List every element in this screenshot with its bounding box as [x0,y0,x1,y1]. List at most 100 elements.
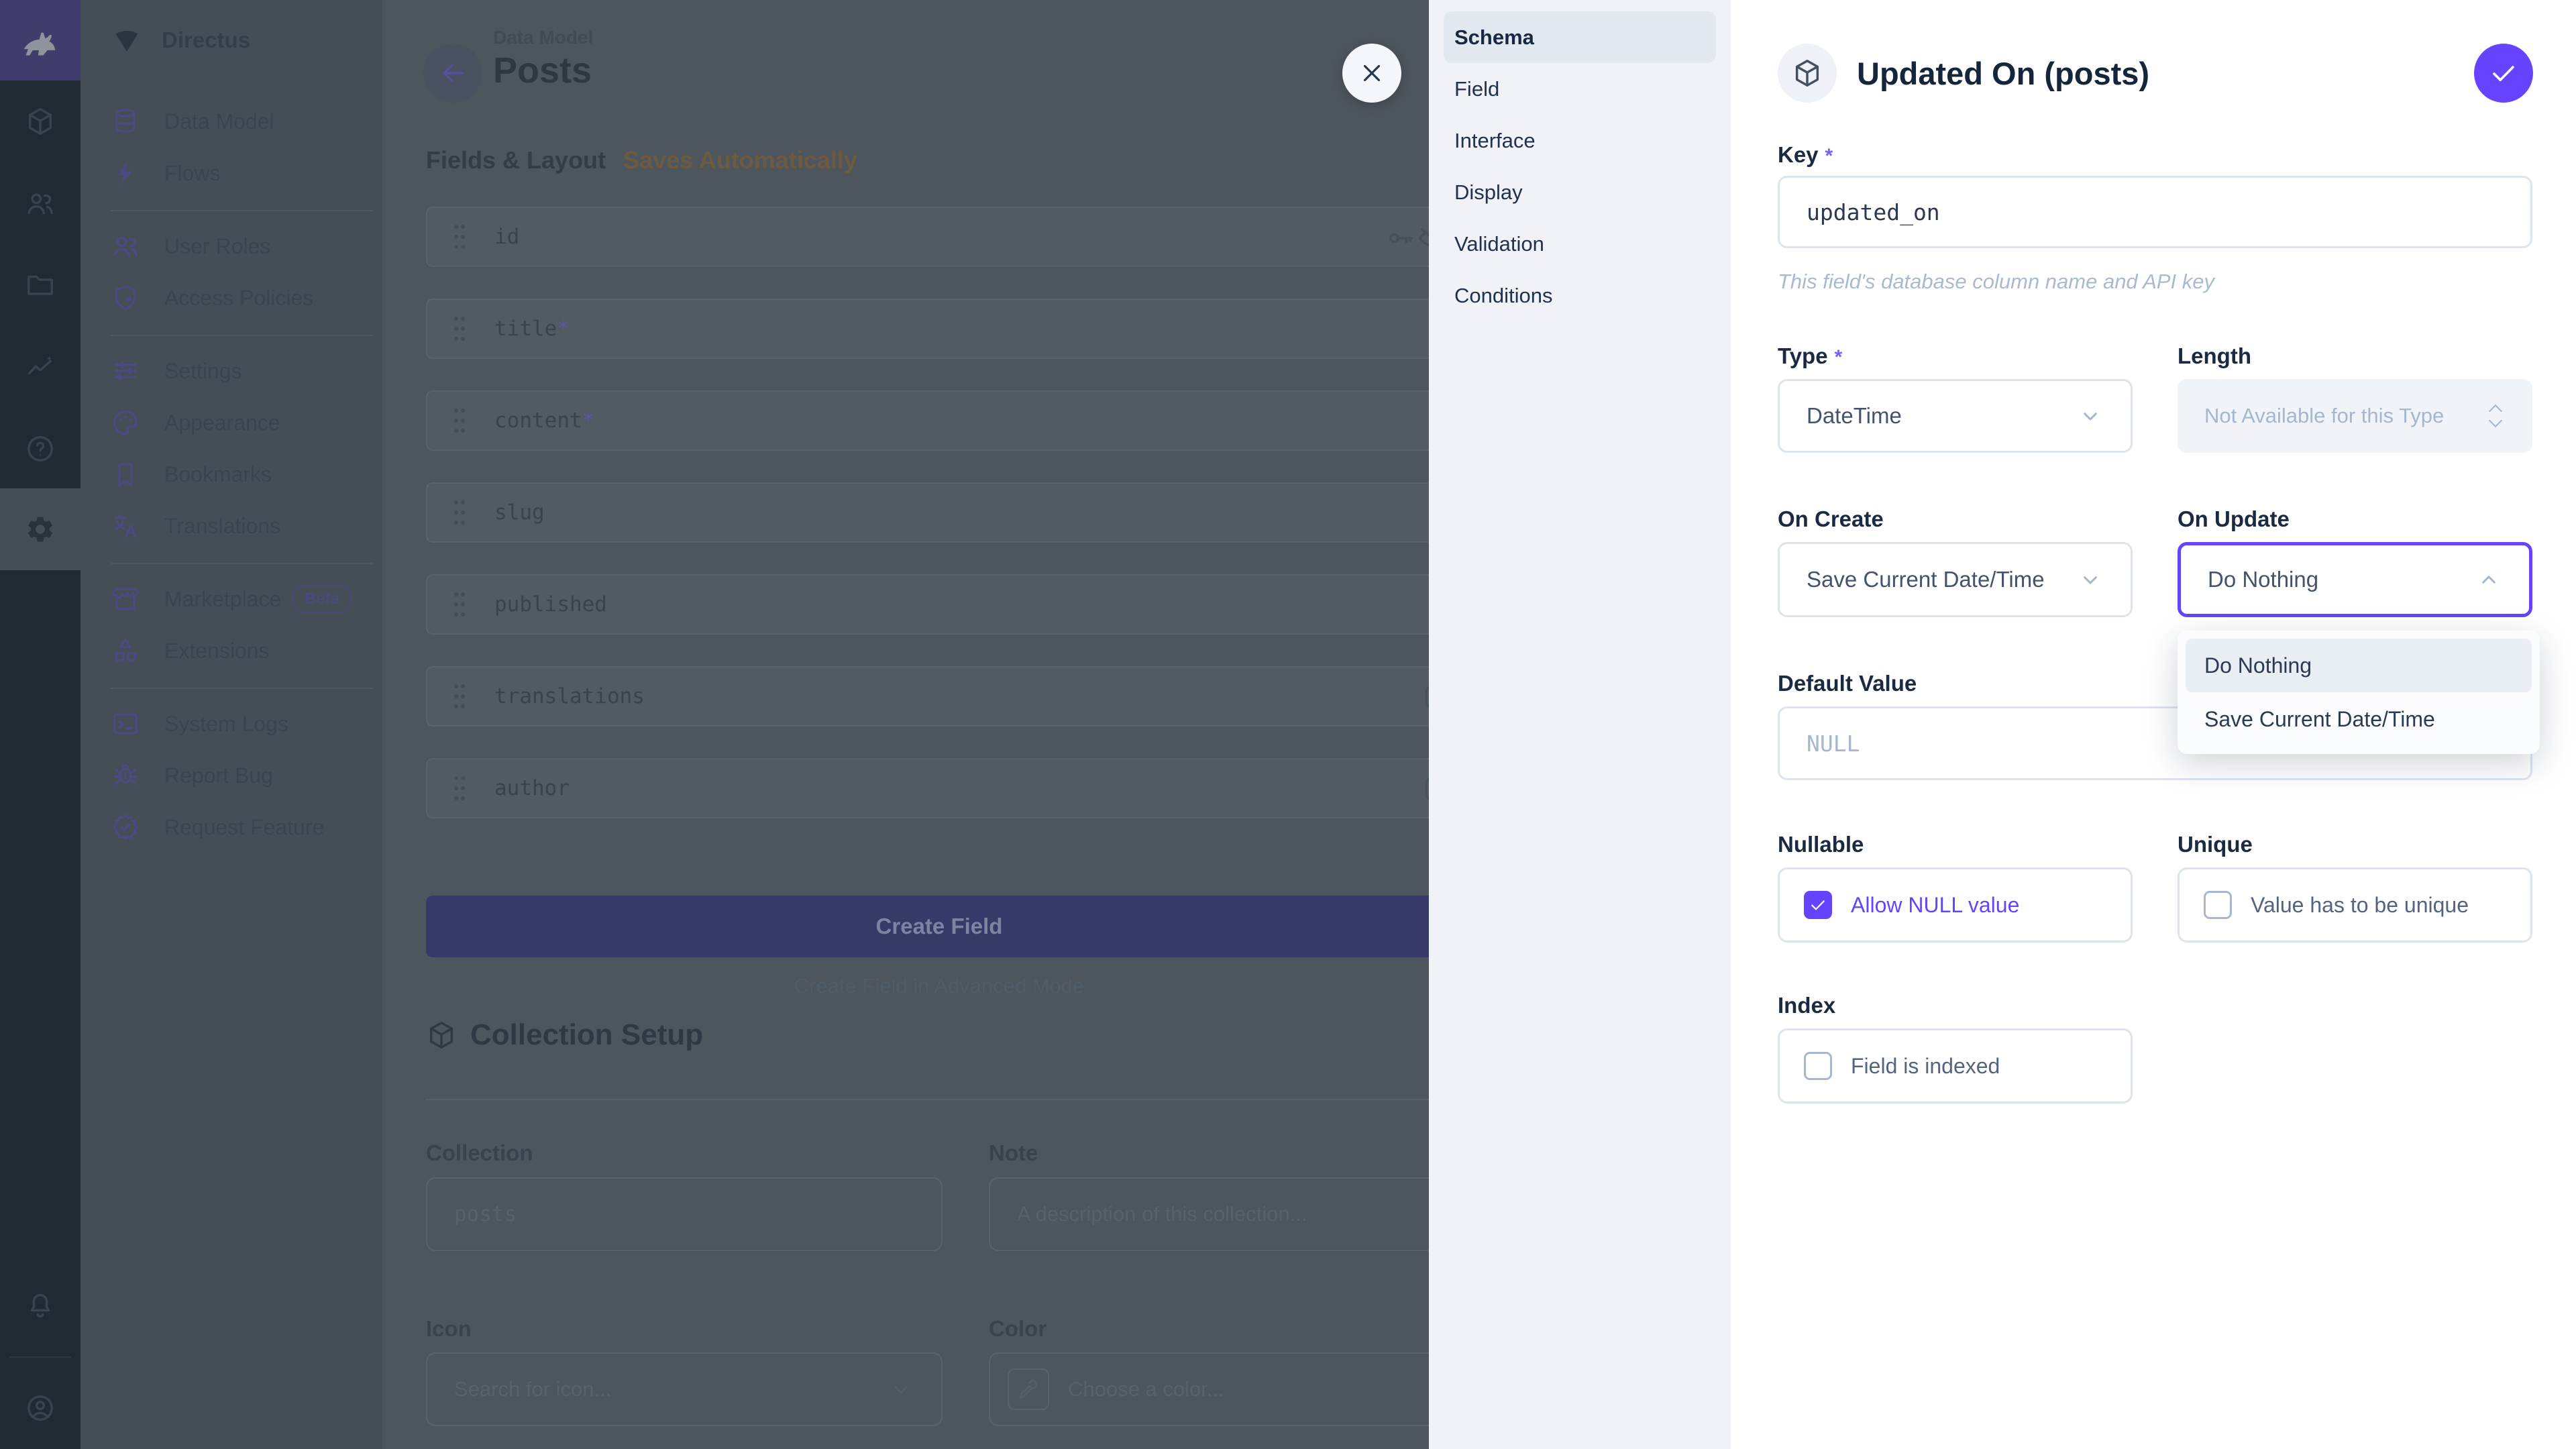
tab-schema[interactable]: Schema [1444,11,1716,63]
sidebar-item-system-logs[interactable]: System Logs [80,698,382,749]
user-avatar[interactable] [0,1367,80,1449]
eyedropper-button[interactable] [1008,1368,1049,1410]
project-chooser[interactable]: Directus [80,0,382,80]
length-stepper[interactable] [2485,400,2506,431]
field-name: slug [494,500,545,525]
sidebar-item-flows[interactable]: Flows [80,148,382,199]
directus-logo[interactable] [0,0,80,80]
sidebar-item-label: Settings [164,359,242,384]
menu-option-do-nothing[interactable]: Do Nothing [2186,639,2532,692]
nullable-checkbox-field[interactable]: Allow NULL value [1778,867,2133,943]
note-input[interactable]: A description of this collection... [989,1177,1505,1251]
tab-conditions[interactable]: Conditions [1444,270,1716,321]
check-icon [1808,895,1828,915]
key-label: Key* [1778,142,1833,168]
tab-display[interactable]: Display [1444,166,1716,218]
autosave-notice: Saves Automatically [623,146,857,174]
key-input[interactable]: updated_on [1778,176,2532,248]
menu-option-save-current[interactable]: Save Current Date/Time [2186,692,2532,746]
chevron-down-icon [2077,402,2104,429]
on-update-value: Do Nothing [2208,567,2318,592]
create-field-button[interactable]: Create Field [426,896,1452,957]
field-row-translations[interactable]: translations [426,666,1452,727]
save-button[interactable] [2474,44,2533,103]
drag-handle[interactable] [454,683,465,710]
field-row-id[interactable]: id [426,207,1452,267]
tab-validation[interactable]: Validation [1444,218,1716,270]
bug-icon [111,761,140,790]
length-input: Not Available for this Type [2178,379,2532,453]
default-value-placeholder: NULL [1807,731,1860,757]
collection-input[interactable]: posts [426,1177,943,1251]
sidebar-item-user-roles[interactable]: User Roles [80,221,382,272]
drag-handle[interactable] [454,315,465,342]
icon-search-input[interactable]: Search for icon... [426,1352,943,1426]
sidebar-item-access-policies[interactable]: Access Policies [80,272,382,323]
check-icon [2487,57,2520,89]
field-row-slug[interactable]: slug [426,482,1452,543]
nav-divider [111,335,374,336]
module-settings[interactable] [0,488,80,570]
tab-interface[interactable]: Interface [1444,115,1716,166]
drag-handle[interactable] [454,499,465,526]
chevron-down-icon [2485,417,2506,431]
type-select[interactable]: DateTime [1778,379,2133,453]
tab-field[interactable]: Field [1444,63,1716,115]
sidebar-item-data-model[interactable]: Data Model [80,96,382,147]
required-mark: * [557,317,570,341]
on-update-select[interactable]: Do Nothing [2178,542,2532,617]
field-row-published[interactable]: published [426,574,1452,635]
chevron-down-icon [2077,566,2104,593]
nullable-label: Nullable [1778,832,1864,857]
sidebar-item-report-bug[interactable]: Report Bug [80,750,382,801]
on-create-select[interactable]: Save Current Date/Time [1778,542,2133,617]
sidebar-item-label: Request Feature [164,815,324,840]
drag-handle[interactable] [454,223,465,250]
on-update-label: On Update [2178,506,2290,532]
index-checkbox-field[interactable]: Field is indexed [1778,1028,2133,1104]
directus-app: Directus Data Model Flows User Roles [0,0,2576,1449]
module-users[interactable] [0,162,80,244]
notifications-button[interactable] [0,1265,80,1347]
unique-checkbox-field[interactable]: Value has to be unique [2178,867,2532,943]
module-files[interactable] [0,244,80,326]
checkbox-unchecked-icon[interactable] [2204,891,2232,919]
sidebar-item-bookmarks[interactable]: Bookmarks [80,449,382,500]
bookmark-icon [111,460,140,489]
insights-icon [25,352,56,382]
sidebar-item-translations[interactable]: Translations [80,500,382,551]
module-bar-divider [9,1356,71,1358]
back-button[interactable] [423,44,482,103]
checkbox-unchecked-icon[interactable] [1804,1052,1832,1080]
length-placeholder: Not Available for this Type [2204,404,2444,428]
color-input[interactable]: Choose a color... [989,1352,1505,1426]
drag-handle[interactable] [454,775,465,802]
drag-handle[interactable] [454,591,465,618]
drawer-title: Updated On (posts) [1857,55,2149,92]
drawer-close-button[interactable] [1342,44,1401,103]
create-field-advanced-link[interactable]: Create Field in Advanced Mode [426,974,1452,998]
field-row-title[interactable]: title* [426,299,1452,359]
field-row-content[interactable]: content* [426,390,1452,451]
sidebar-item-request-feature[interactable]: Request Feature [80,802,382,853]
module-help[interactable] [0,408,80,490]
drawer-header-icon-circle [1778,44,1837,103]
project-icon [111,24,143,56]
sidebar-item-settings[interactable]: Settings [80,345,382,396]
module-content[interactable] [0,80,80,162]
drag-handle[interactable] [454,407,465,434]
field-name: translations [494,684,645,708]
cube-icon [1792,58,1823,89]
sidebar-item-extensions[interactable]: Extensions [80,625,382,676]
sidebar-item-appearance[interactable]: Appearance [80,397,382,448]
checkbox-checked-icon[interactable] [1804,891,1832,919]
tune-icon [111,356,140,386]
key-helper-note: This field's database column name and AP… [1778,270,2214,294]
cube-icon [25,106,56,137]
sidebar-item-marketplace[interactable]: Marketplace Beta [80,574,382,625]
shield-icon [111,283,140,313]
module-insights[interactable] [0,326,80,408]
unique-checkbox-label: Value has to be unique [2251,893,2469,918]
breadcrumb[interactable]: Data Model [493,27,593,48]
field-row-author[interactable]: author [426,758,1452,818]
